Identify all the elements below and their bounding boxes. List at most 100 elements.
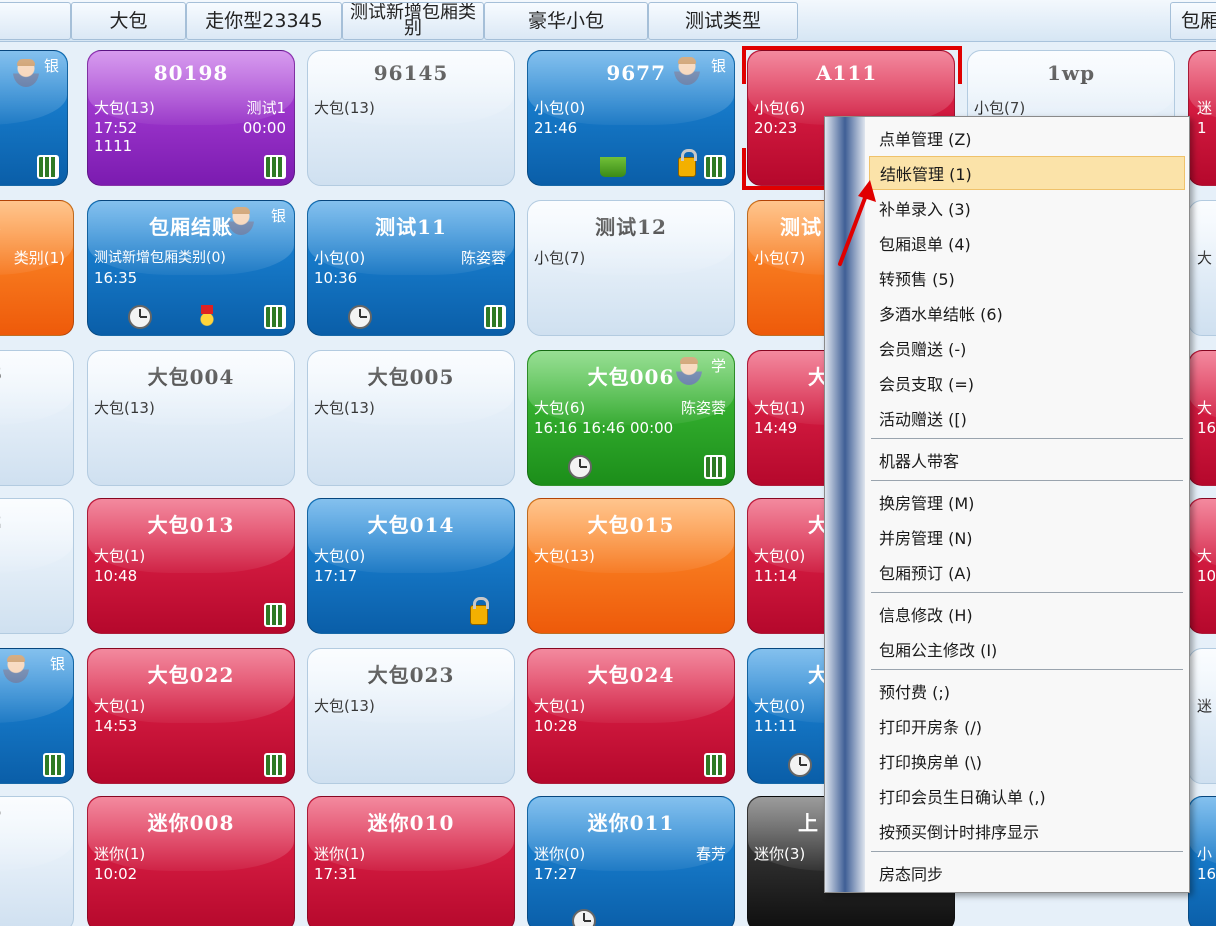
menu-item-status-sync[interactable]: 房态同步 <box>869 856 1185 890</box>
menu-item-member-withdraw[interactable]: 会员支取 (=) <box>869 366 1185 400</box>
menu-item-merge-room[interactable]: 并房管理 (N) <box>869 520 1185 554</box>
room-type-tabbar: 大包 走你型23345 测试新增包厢类别 豪华小包 测试类型 包厢 <box>0 0 1216 42</box>
tab-zouni[interactable]: 走你型23345 <box>186 2 342 40</box>
room-card[interactable]: 包厢结账 银 测试新增包厢类别(0) 16:35 <box>87 200 295 336</box>
tab-baoxiang[interactable]: 包厢 <box>1170 2 1216 40</box>
menu-item-order-manage[interactable]: 点单管理 (Z) <box>869 121 1185 155</box>
room-time: 21:46 <box>534 119 578 137</box>
room-title: 迷你008 <box>147 811 235 835</box>
room-card[interactable]: 2 <box>0 498 74 634</box>
room-card[interactable]: 银 <box>0 50 68 186</box>
room-type: 大包(13) <box>314 399 375 417</box>
medal-icon <box>198 305 216 327</box>
room-time: 14:53 <box>94 717 138 735</box>
room-card[interactable]: 迷 <box>1188 648 1216 784</box>
menu-item-edit-hostess[interactable]: 包厢公主修改 (I) <box>869 632 1185 666</box>
menu-item-sort-countdown[interactable]: 按预买倒计时排序显示 <box>869 814 1185 848</box>
room-card[interactable]: 迷你010 迷你(1) 17:31 <box>307 796 515 926</box>
room-title: 大包004 <box>147 365 235 389</box>
tab-partial-left[interactable] <box>0 2 71 40</box>
arrow-icon <box>838 180 876 266</box>
room-badge: 学 <box>710 357 726 375</box>
room-type: 小 <box>1197 845 1213 863</box>
room-time: 14:49 <box>754 419 798 437</box>
room-type: 迷你(1) <box>94 845 146 863</box>
room-card[interactable]: 迷你011 迷你(0) 春芳 17:27 <box>527 796 735 926</box>
room-type: 大包(13) <box>94 99 155 117</box>
room-staff: 春芳 <box>695 845 726 863</box>
tab-dabao[interactable]: 大包 <box>71 2 186 40</box>
room-type: 大包(13) <box>314 99 375 117</box>
menu-item-checkout-manage[interactable]: 结帐管理 (1) <box>869 156 1185 190</box>
menu-item-print-change-slip[interactable]: 打印换房单 (\) <box>869 744 1185 778</box>
room-card[interactable]: 小 16 <box>1188 796 1216 926</box>
room-card[interactable]: 大包015 大包(13) <box>527 498 735 634</box>
room-type: 迷你(3) <box>754 845 806 863</box>
room-time: 10 <box>1197 567 1216 585</box>
bottles-icon <box>264 155 286 179</box>
room-card[interactable]: 大 16 <box>1188 350 1216 486</box>
menu-item-robot-guide[interactable]: 机器人带客 <box>869 443 1185 477</box>
room-card[interactable]: 7 <box>0 796 74 926</box>
menu-item-supplement-entry[interactable]: 补单录入 (3) <box>869 191 1185 225</box>
room-card[interactable]: 1 类别(1) <box>0 200 74 336</box>
room-title: 大包022 <box>147 663 235 687</box>
room-title: 大包013 <box>147 513 235 537</box>
room-card[interactable]: 大包023 大包(13) <box>307 648 515 784</box>
clock-icon <box>128 305 152 329</box>
room-card[interactable]: 大包013 大包(1) 10:48 <box>87 498 295 634</box>
menu-item-to-presale[interactable]: 转预售 (5) <box>869 261 1185 295</box>
room-type: 大包(1) <box>94 697 146 715</box>
room-time: 16 <box>1197 419 1216 437</box>
room-card[interactable]: 大包004 大包(13) <box>87 350 295 486</box>
menu-item-print-birthday[interactable]: 打印会员生日确认单 (,) <box>869 779 1185 813</box>
room-time: 10:36 <box>314 269 358 287</box>
tab-test-new-room-type[interactable]: 测试新增包厢类别 <box>342 2 484 40</box>
bottles-icon <box>37 155 59 179</box>
room-card[interactable]: 大包005 大包(13) <box>307 350 515 486</box>
menu-item-edit-info[interactable]: 信息修改 (H) <box>869 597 1185 631</box>
room-type: 迷 <box>1197 99 1213 117</box>
room-title: 大包023 <box>367 663 455 687</box>
room-card[interactable]: 大包014 大包(0) 17:17 <box>307 498 515 634</box>
room-type: 小包(7) <box>754 249 806 267</box>
room-card[interactable]: 9677 银 小包(0) 21:46 <box>527 50 735 186</box>
room-card[interactable]: 1 银 <box>0 648 74 784</box>
menu-item-room-refund[interactable]: 包厢退单 (4) <box>869 226 1185 260</box>
menu-item-member-gift[interactable]: 会员赠送 (-) <box>869 331 1185 365</box>
menu-item-room-booking[interactable]: 包厢预订 (A) <box>869 555 1185 589</box>
room-type: 大包(0) <box>314 547 366 565</box>
room-card[interactable]: 80198 大包(13) 测试1 17:52 00:00 1111 <box>87 50 295 186</box>
menu-item-event-gift[interactable]: 活动赠送 ([) <box>869 401 1185 435</box>
room-card[interactable]: 测试11 小包(0) 陈姿蓉 10:36 <box>307 200 515 336</box>
room-title: 2 <box>0 509 73 533</box>
room-badge: 银 <box>710 57 726 75</box>
tab-test-type[interactable]: 测试类型 <box>648 2 798 40</box>
room-title: 测试12 <box>595 215 667 239</box>
tab-deluxe-small[interactable]: 豪华小包 <box>484 2 648 40</box>
room-card[interactable]: 测试12 小包(7) <box>527 200 735 336</box>
room-title: 大包006 <box>587 365 675 389</box>
bottles-icon <box>484 305 506 329</box>
room-card[interactable]: 大包024 大包(1) 10:28 <box>527 648 735 784</box>
clock-icon <box>572 909 596 926</box>
room-type: 大 <box>1197 399 1213 417</box>
room-time: 17:52 <box>94 119 138 137</box>
menu-item-print-open-slip[interactable]: 打印开房条 (/) <box>869 709 1185 743</box>
room-card[interactable]: 96145 大包(13) <box>307 50 515 186</box>
room-time: 10:28 <box>534 717 578 735</box>
selection-frame-top <box>742 46 962 84</box>
menu-item-prepaid[interactable]: 预付费 (;) <box>869 674 1185 708</box>
room-card[interactable]: 迷 1 <box>1188 50 1216 186</box>
room-card[interactable]: 大包006 学 大包(6) 陈姿蓉 16:16 16:46 00:00 <box>527 350 735 486</box>
room-type: 迷你(1) <box>314 845 366 863</box>
room-card[interactable]: 3 <box>0 350 74 486</box>
room-card[interactable]: 迷你008 迷你(1) 10:02 <box>87 796 295 926</box>
room-card[interactable]: 大 10 <box>1188 498 1216 634</box>
room-card[interactable]: 大包022 大包(1) 14:53 <box>87 648 295 784</box>
room-card[interactable]: 大 <box>1188 200 1216 336</box>
menu-item-change-room[interactable]: 换房管理 (M) <box>869 485 1185 519</box>
room-time: 10:02 <box>94 865 138 883</box>
tab-empty <box>798 2 1170 40</box>
menu-item-multi-drink-checkout[interactable]: 多酒水单结帐 (6) <box>869 296 1185 330</box>
